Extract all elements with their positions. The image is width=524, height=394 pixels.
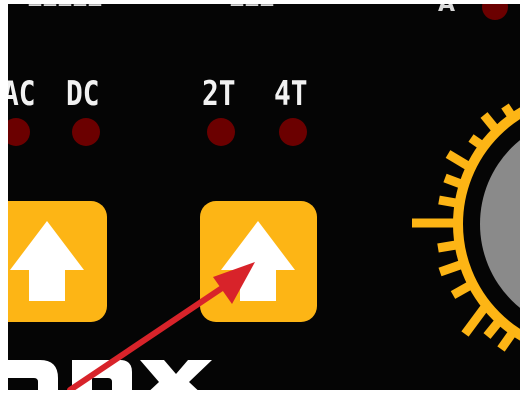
welder-control-panel: ————— ——— A AC DC 2T 4T [8,4,520,390]
red-pointer-arrow [67,262,255,390]
